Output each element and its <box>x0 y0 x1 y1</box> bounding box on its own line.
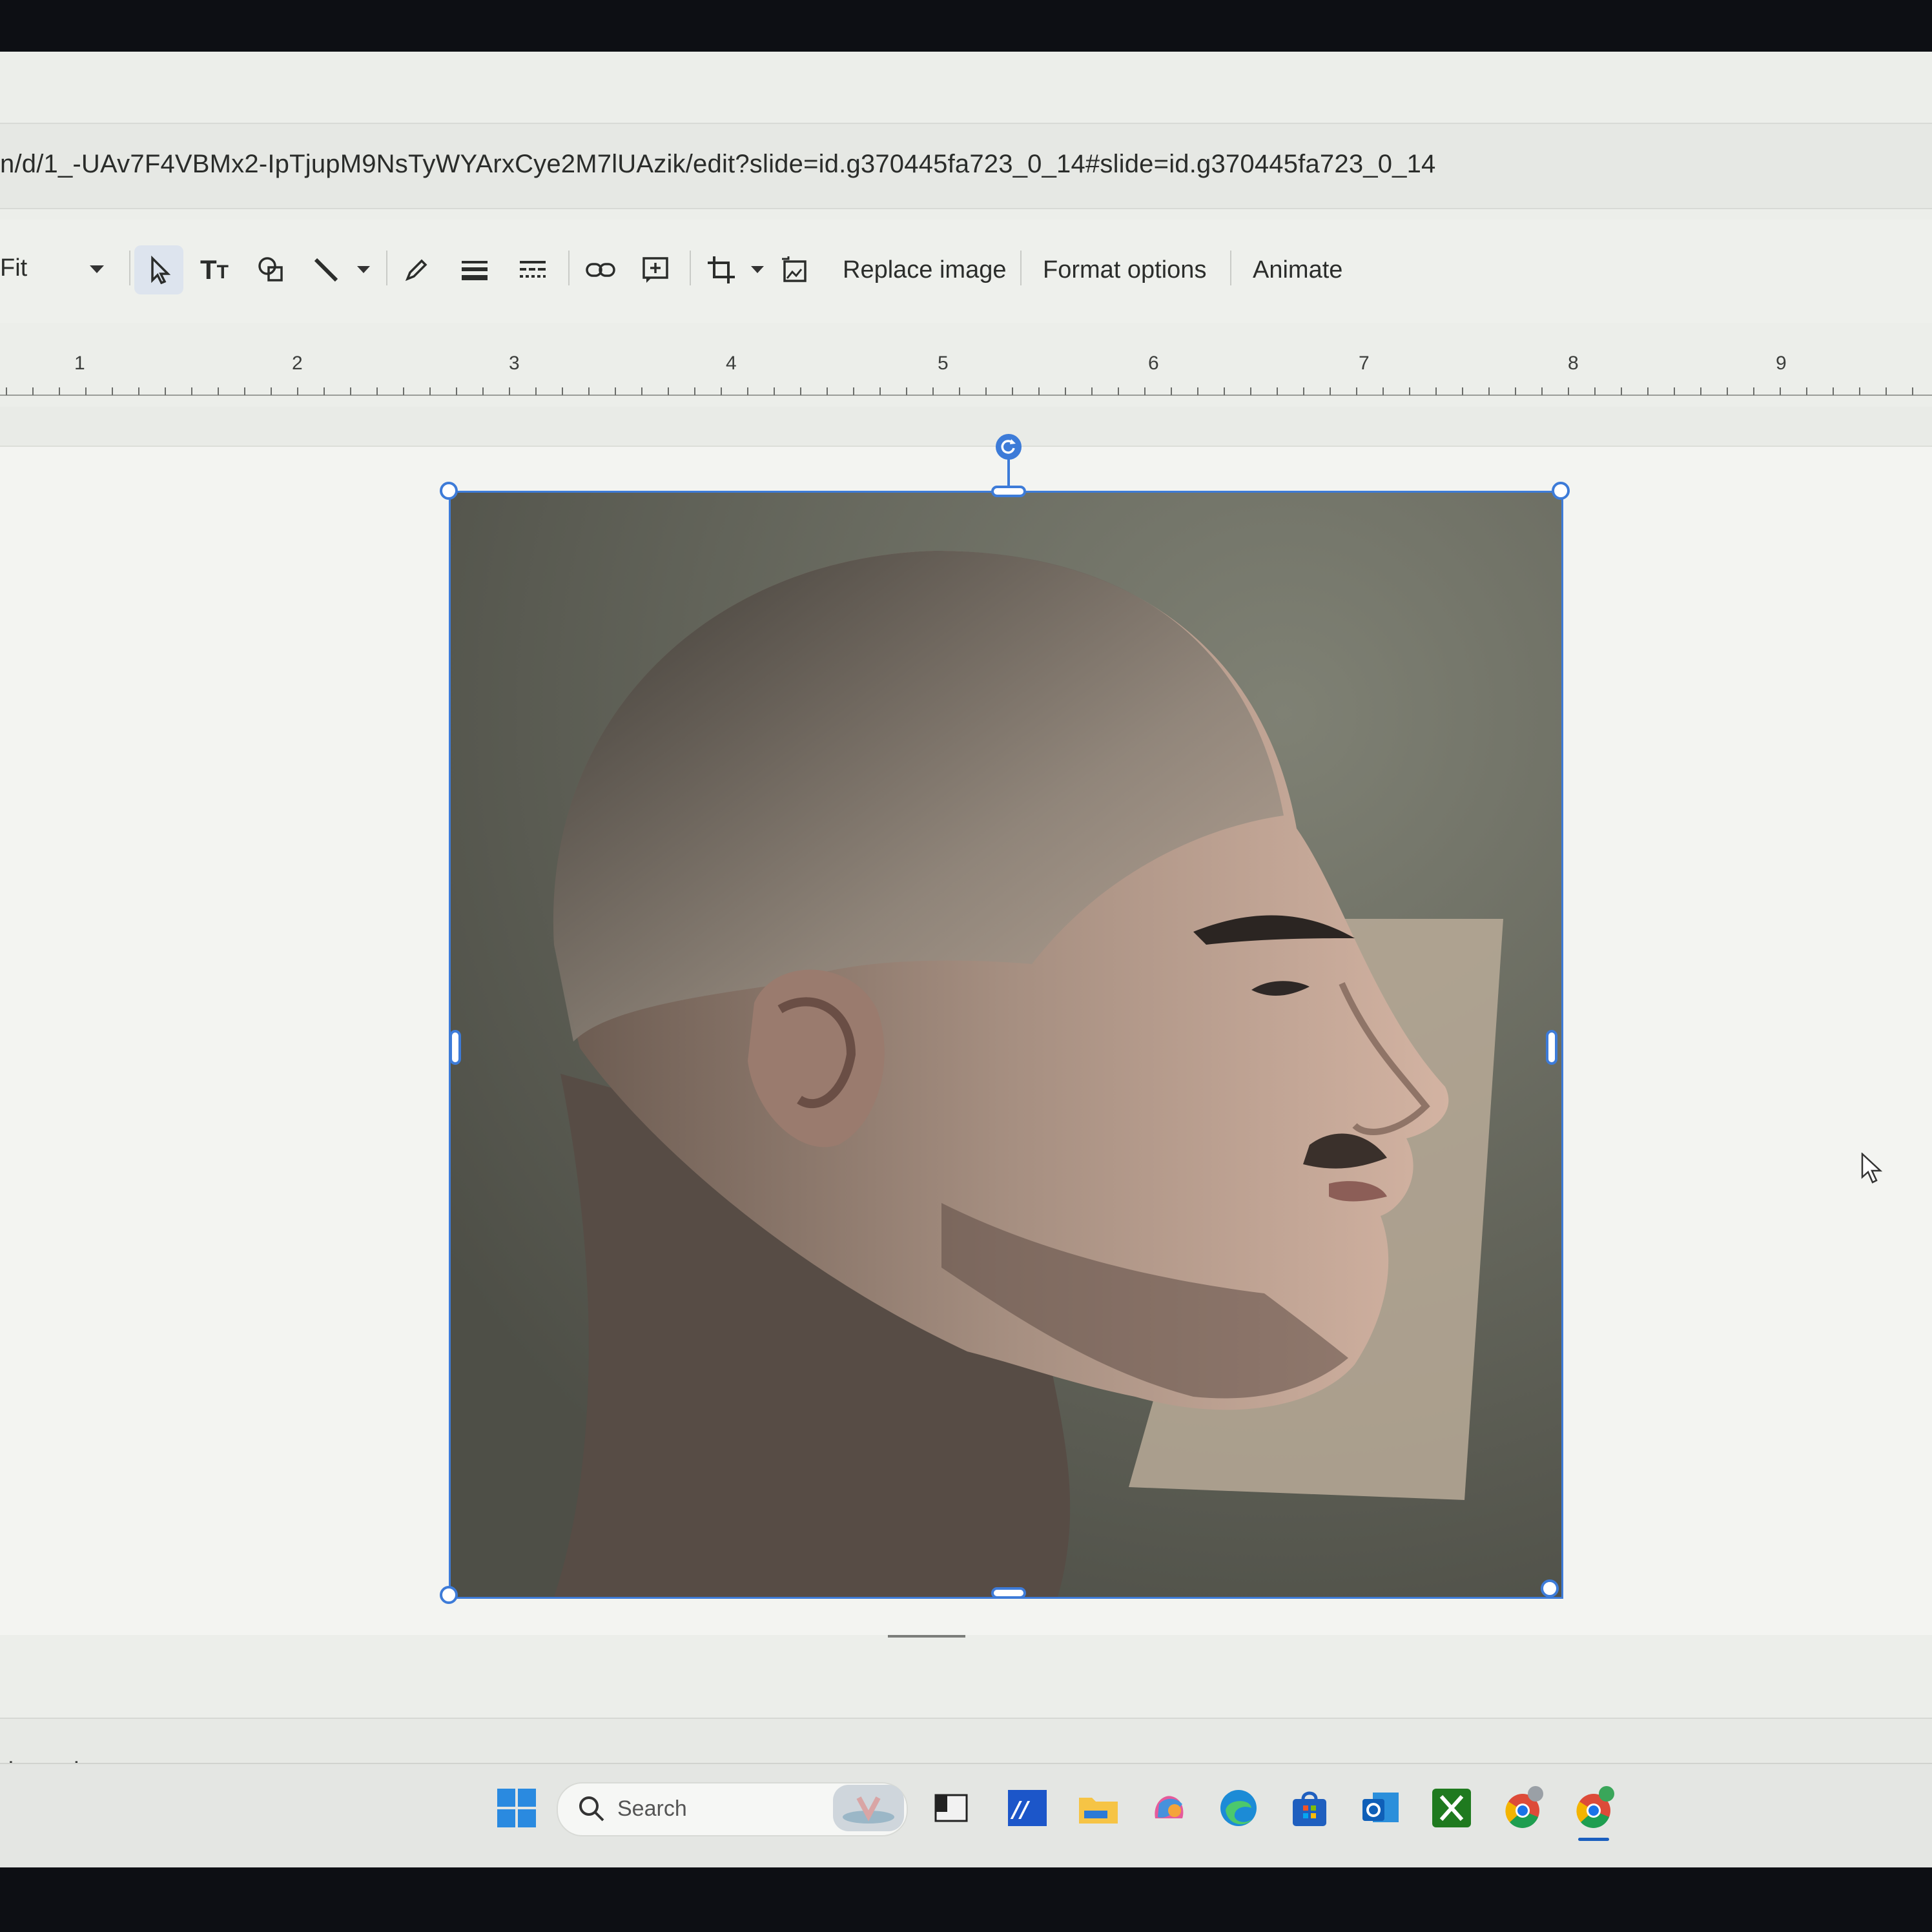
slides-toolbar: Fit TT Replace image Format options Anim… <box>0 220 1932 323</box>
ruler-number: 4 <box>726 353 737 374</box>
search-label: Search <box>617 1796 687 1821</box>
search-icon <box>579 1796 604 1822</box>
resize-handle-bottom-left[interactable] <box>440 1586 458 1604</box>
horizontal-ruler[interactable]: 1 2 3 4 5 6 7 8 9 <box>0 342 1932 408</box>
address-bar[interactable]: n/d/1_-UAv7F4VBMx2-IpTjupM9NsTyWYArxCye2… <box>0 123 1932 209</box>
crop-dropdown-icon[interactable] <box>746 257 769 283</box>
zoom-value: Fit <box>0 254 28 282</box>
animate-button[interactable]: Animate <box>1253 249 1342 291</box>
shape-icon[interactable] <box>249 245 294 294</box>
border-weight-icon[interactable] <box>452 245 497 294</box>
select-tool-icon[interactable] <box>134 245 183 294</box>
pen-icon[interactable] <box>397 245 436 294</box>
reset-image-icon[interactable] <box>772 245 817 294</box>
outlook-icon[interactable] <box>1357 1785 1404 1831</box>
ruler-number: 8 <box>1568 353 1579 374</box>
ruler-number: 5 <box>938 353 949 374</box>
svg-text://: // <box>1010 1797 1030 1823</box>
text-box-icon[interactable]: TT <box>194 245 235 294</box>
rotate-handle-icon[interactable] <box>996 434 1022 460</box>
ruler-number: 2 <box>292 353 303 374</box>
link-icon[interactable] <box>578 245 623 294</box>
rotate-connector <box>1007 458 1010 487</box>
xbox-icon[interactable] <box>1428 1785 1475 1831</box>
format-options-label: Format options <box>1043 256 1207 283</box>
copilot-icon[interactable] <box>1146 1785 1193 1831</box>
resize-handle-top-left[interactable] <box>440 482 458 500</box>
animate-label: Animate <box>1253 256 1343 283</box>
ruler-number: 6 <box>1148 353 1159 374</box>
crop-icon[interactable] <box>699 245 744 294</box>
chrome-profile-icon[interactable] <box>1499 1785 1546 1831</box>
file-explorer-icon[interactable] <box>1075 1785 1122 1831</box>
profile-photo-image <box>451 493 1561 1597</box>
url-text[interactable]: n/d/1_-UAv7F4VBMx2-IpTjupM9NsTyWYArxCye2… <box>0 150 1436 179</box>
line-icon[interactable] <box>307 245 345 294</box>
windows-start-icon[interactable] <box>493 1785 540 1831</box>
ruler-ticks <box>0 387 1932 396</box>
format-options-button[interactable]: Format options <box>1043 249 1206 291</box>
replace-image-button[interactable]: Replace image <box>843 249 1006 291</box>
store-icon[interactable] <box>1286 1785 1333 1831</box>
chrome-profile-m-icon[interactable] <box>1570 1785 1617 1831</box>
selected-image[interactable] <box>449 491 1563 1599</box>
ruler-number: 3 <box>509 353 520 374</box>
line-dropdown-icon[interactable] <box>352 257 375 283</box>
resize-handle-top[interactable] <box>991 486 1026 497</box>
resize-handle-bottom-right[interactable] <box>1541 1579 1559 1598</box>
resize-handle-right[interactable] <box>1546 1030 1557 1065</box>
active-app-indicator <box>1578 1838 1609 1841</box>
border-dash-icon[interactable] <box>510 245 555 294</box>
edge-icon[interactable] <box>1215 1785 1262 1831</box>
zoom-select[interactable]: Fit <box>0 249 27 287</box>
resize-handle-bottom[interactable] <box>991 1587 1026 1599</box>
tool-icon[interactable]: // <box>1004 1785 1051 1831</box>
ruler-number: 9 <box>1776 353 1787 374</box>
terminal-icon[interactable] <box>928 1785 974 1831</box>
add-comment-icon[interactable] <box>633 245 678 294</box>
panel-resize-handle[interactable] <box>888 1635 965 1638</box>
zoom-dropdown-icon[interactable] <box>84 257 110 283</box>
screen: n/d/1_-UAv7F4VBMx2-IpTjupM9NsTyWYArxCye2… <box>0 52 1932 1866</box>
replace-image-label: Replace image <box>843 256 1007 283</box>
ruler-number: 7 <box>1359 353 1370 374</box>
resize-handle-left[interactable] <box>449 1030 461 1065</box>
resize-handle-top-right[interactable] <box>1552 482 1570 500</box>
widgets-icon[interactable] <box>833 1785 904 1831</box>
ruler-number: 1 <box>74 353 85 374</box>
